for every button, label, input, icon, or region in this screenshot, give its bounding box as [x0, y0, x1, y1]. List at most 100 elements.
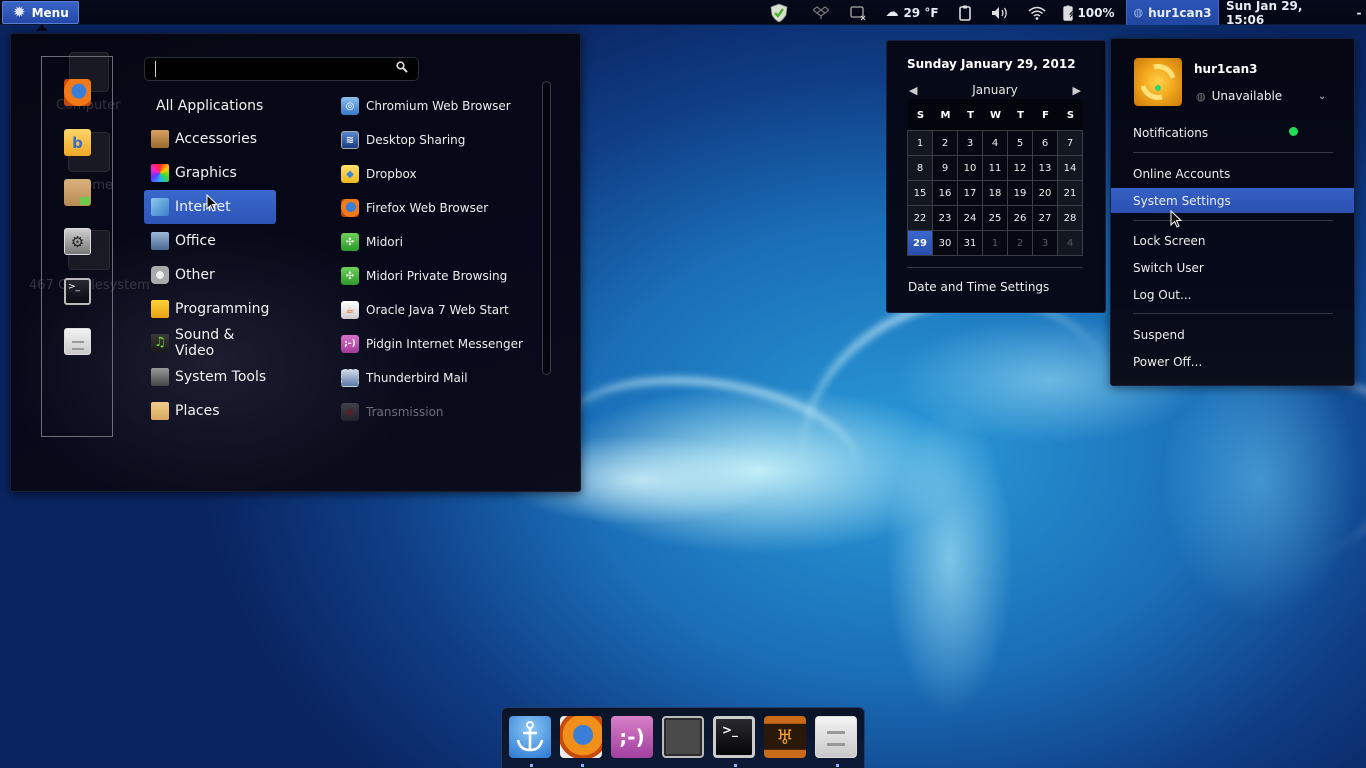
- category-system-tools[interactable]: System Tools: [144, 360, 276, 394]
- next-month-arrow-icon[interactable]: ▶: [1073, 84, 1081, 97]
- system-settings-item[interactable]: System Settings: [1111, 188, 1354, 213]
- power-off-item[interactable]: Power Off...: [1111, 350, 1354, 373]
- lock-screen-item[interactable]: Lock Screen: [1111, 229, 1354, 252]
- dock-docky-anchor-icon[interactable]: [509, 716, 551, 758]
- volume-icon[interactable]: [988, 0, 1012, 25]
- calendar-day-today[interactable]: 29: [907, 230, 933, 256]
- app-list-scrollbar[interactable]: [542, 81, 551, 375]
- online-accounts-item[interactable]: Online Accounts: [1111, 162, 1354, 185]
- category-office[interactable]: Office: [144, 224, 276, 258]
- search-field[interactable]: [144, 57, 419, 81]
- calendar-day[interactable]: 19: [1007, 180, 1033, 206]
- dock-window-icon[interactable]: [662, 716, 704, 758]
- app-firefox[interactable]: Firefox Web Browser: [341, 191, 541, 225]
- dock-files-cabinet-icon[interactable]: [815, 716, 857, 758]
- dock-pidgin-icon[interactable]: ;-): [611, 716, 653, 758]
- calendar-day[interactable]: 9: [932, 155, 958, 181]
- calendar-day[interactable]: 6: [1032, 130, 1058, 156]
- calendar-day[interactable]: 2: [1007, 230, 1033, 256]
- calendar-day[interactable]: 5: [1007, 130, 1033, 156]
- calendar-day[interactable]: 31: [957, 230, 983, 256]
- category-places[interactable]: Places: [144, 394, 276, 428]
- calendar-day[interactable]: 3: [1032, 230, 1058, 256]
- dropbox-tray-icon[interactable]: [810, 0, 832, 25]
- calendar-day[interactable]: 7: [1057, 130, 1083, 156]
- calendar-day[interactable]: 15: [907, 180, 933, 206]
- tools-icon: [151, 368, 169, 386]
- calendar-day[interactable]: 4: [982, 130, 1008, 156]
- calendar-day[interactable]: 21: [1057, 180, 1083, 206]
- menu-button[interactable]: ✹ Menu: [2, 1, 79, 24]
- user-indicator[interactable]: ◍ hur1can3: [1126, 0, 1219, 25]
- calendar-day[interactable]: 16: [932, 180, 958, 206]
- calendar-day[interactable]: 23: [932, 205, 958, 231]
- calendar-day[interactable]: 8: [907, 155, 933, 181]
- calendar-day[interactable]: 1: [907, 130, 933, 156]
- app-java-web-start[interactable]: ☕ Oracle Java 7 Web Start: [341, 293, 541, 327]
- calendar-day[interactable]: 27: [1032, 205, 1058, 231]
- log-out-item[interactable]: Log Out...: [1111, 283, 1354, 306]
- dock-terminal-icon[interactable]: >_: [713, 716, 755, 758]
- calendar-day[interactable]: 13: [1032, 155, 1058, 181]
- folder-icon: [151, 402, 169, 420]
- clipboard-icon[interactable]: [954, 0, 976, 25]
- calendar-day[interactable]: 24: [957, 205, 983, 231]
- category-other[interactable]: Other: [144, 258, 276, 292]
- app-transmission[interactable]: ◉ Transmission: [341, 395, 541, 429]
- category-programming[interactable]: Programming: [144, 292, 276, 326]
- app-chromium[interactable]: ◎ Chromium Web Browser: [341, 89, 541, 123]
- app-thunderbird[interactable]: Thunderbird Mail: [341, 361, 541, 395]
- calendar-day[interactable]: 12: [1007, 155, 1033, 181]
- app-pidgin[interactable]: ;-) Pidgin Internet Messenger: [341, 327, 541, 361]
- search-input[interactable]: [155, 61, 385, 77]
- calendar-weekday-header: S: [1058, 99, 1083, 131]
- calendar-day[interactable]: 4: [1057, 230, 1083, 256]
- weather-indicator[interactable]: ☁ 29 °F: [884, 0, 940, 25]
- calendar-day[interactable]: 30: [932, 230, 958, 256]
- calendar-day[interactable]: 10: [957, 155, 983, 181]
- package-manager-icon[interactable]: [64, 179, 91, 206]
- calendar-day[interactable]: 25: [982, 205, 1008, 231]
- app-midori-private[interactable]: ✣ Midori Private Browsing: [341, 259, 541, 293]
- security-shield-icon[interactable]: [766, 0, 792, 25]
- firefox-icon[interactable]: [64, 79, 91, 106]
- switch-user-item[interactable]: Switch User: [1111, 256, 1354, 279]
- suspend-item[interactable]: Suspend: [1111, 323, 1354, 346]
- dock-firefox-icon[interactable]: [560, 716, 602, 758]
- battery-indicator[interactable]: 100%: [1062, 0, 1116, 25]
- category-accessories[interactable]: Accessories: [144, 122, 276, 156]
- category-graphics[interactable]: Graphics: [144, 156, 276, 190]
- calendar-day[interactable]: 3: [957, 130, 983, 156]
- clock[interactable]: Sun Jan 29, 15:06: [1226, 0, 1332, 27]
- category-all-applications[interactable]: All Applications: [144, 90, 276, 122]
- dock-music-lyre-icon[interactable]: ♅: [764, 716, 806, 758]
- wifi-icon[interactable]: [1024, 0, 1050, 25]
- previous-month-arrow-icon[interactable]: ◀: [909, 84, 917, 97]
- category-sound-video[interactable]: ♫ Sound & Video: [144, 326, 276, 360]
- calendar-day[interactable]: 18: [982, 180, 1008, 206]
- terminal-icon[interactable]: >_: [64, 278, 91, 305]
- calendar-day[interactable]: 2: [932, 130, 958, 156]
- app-dropbox[interactable]: ◆ Dropbox: [341, 157, 541, 191]
- files-cabinet-icon[interactable]: [64, 328, 91, 355]
- calendar-day[interactable]: 22: [907, 205, 933, 231]
- app-midori[interactable]: ✣ Midori: [341, 225, 541, 259]
- calendar-day[interactable]: 28: [1057, 205, 1083, 231]
- search-icon[interactable]: [396, 61, 408, 76]
- calendar-day[interactable]: 26: [1007, 205, 1033, 231]
- system-settings-icon[interactable]: ⚙: [64, 228, 91, 255]
- calendar-day[interactable]: 11: [982, 155, 1008, 181]
- clock-label: Sun Jan 29, 15:06: [1226, 0, 1303, 27]
- notifications-toggle[interactable]: Notifications: [1111, 121, 1354, 144]
- calendar-day[interactable]: 14: [1057, 155, 1083, 181]
- app-desktop-sharing[interactable]: ≋ Desktop Sharing: [341, 123, 541, 157]
- calendar-day[interactable]: 17: [957, 180, 983, 206]
- banshee-icon[interactable]: b: [64, 129, 91, 156]
- calendar-day[interactable]: 1: [982, 230, 1008, 256]
- calendar-day[interactable]: 20: [1032, 180, 1058, 206]
- date-time-settings-link[interactable]: Date and Time Settings: [908, 280, 1049, 294]
- chevron-down-icon[interactable]: ⌄: [1318, 91, 1326, 102]
- display-icon[interactable]: [846, 0, 870, 25]
- presence-status-selector[interactable]: ◍ Unavailable: [1196, 89, 1282, 103]
- panel-overflow[interactable]: -: [1354, 0, 1364, 25]
